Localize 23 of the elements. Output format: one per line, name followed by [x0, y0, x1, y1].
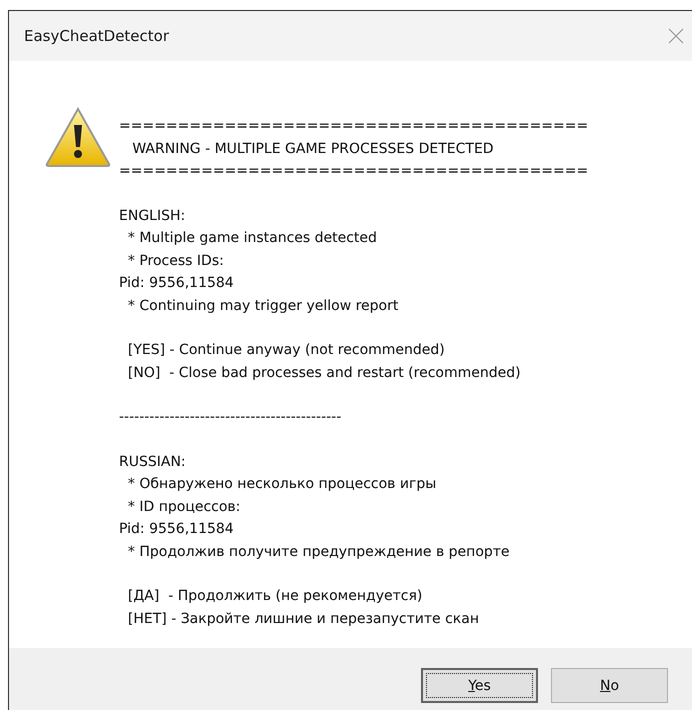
- window-title: EasyCheatDetector: [24, 27, 170, 45]
- message-line: * Продолжив получите предупреждение в репорте: [126, 542, 510, 562]
- message-line: ========================================: [119, 162, 588, 181]
- message-line: [YES] - Continue anyway (not recommended): [126, 341, 445, 360]
- message-line: * Multiple game instances detected: [126, 229, 377, 248]
- message-line: WARNING - MULTIPLE GAME PROCESSES DETECTED: [131, 140, 494, 158]
- message-line: [ДА] - Продолжить (не рекомендуется): [126, 587, 422, 606]
- message-line: --------------------------------------------: [119, 408, 342, 427]
- message-line: RUSSIAN:: [119, 452, 186, 472]
- no-button[interactable]: No: [551, 668, 668, 703]
- message-line: ENGLISH:: [119, 206, 186, 226]
- message-line: Pid: 9556,11584: [119, 520, 234, 539]
- message-line: * Process IDs:: [126, 252, 224, 270]
- message-line: [НЕТ] - Закройте лишние и перезапустите скан: [126, 610, 479, 628]
- warning-icon: [45, 107, 111, 167]
- message-line: * Обнаружено несколько процессов игры: [126, 475, 436, 494]
- message-line: [NO] - Close bad processes and restart (recommended): [126, 364, 521, 382]
- message-line: * Continuing may trigger yellow report: [126, 296, 398, 316]
- message-line: Pid: 9556,11584: [119, 274, 234, 293]
- message-line: ========================================: [119, 117, 588, 136]
- message-line: * ID процессов:: [126, 498, 240, 516]
- close-icon[interactable]: [668, 28, 684, 44]
- yes-button[interactable]: Yes: [421, 668, 538, 703]
